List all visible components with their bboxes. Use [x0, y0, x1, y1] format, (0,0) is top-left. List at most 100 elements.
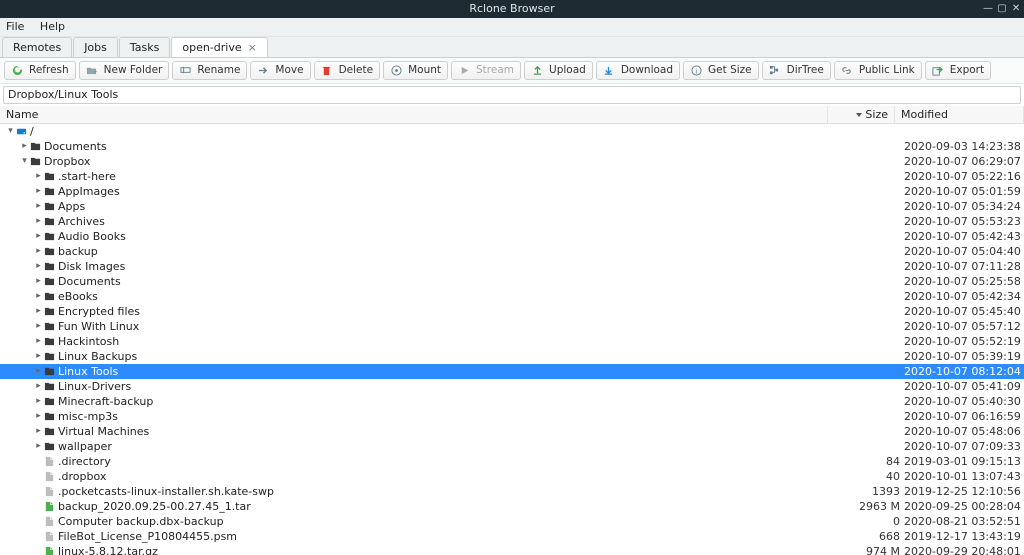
file-row[interactable]: linux-5.8.12.tar.gz974 M2020-09-29 20:48…: [0, 544, 1024, 555]
download-button[interactable]: Download: [596, 61, 680, 80]
item-name: Minecraft-backup: [58, 394, 846, 409]
button-label: New Folder: [104, 63, 163, 78]
newfolder-button[interactable]: New Folder: [79, 61, 170, 80]
button-label: Mount: [408, 63, 441, 78]
info-icon: [690, 65, 702, 77]
expander-icon[interactable]: ▸: [34, 259, 43, 274]
expander-icon[interactable]: ▾: [20, 154, 29, 169]
folder-row[interactable]: ▸Documents2020-09-03 14:23:38: [0, 139, 1024, 154]
file-row[interactable]: Computer backup.dbx-backup02020-08-21 03…: [0, 514, 1024, 529]
item-name: wallpaper: [58, 439, 846, 454]
file-row[interactable]: backup_2020.09.25-00.27.45_1.tar2963 M20…: [0, 499, 1024, 514]
close-icon[interactable]: ✕: [1012, 5, 1020, 13]
folder-row[interactable]: ▸Linux Tools2020-10-07 08:12:04: [0, 364, 1024, 379]
folder-row[interactable]: ▾Dropbox2020-10-07 06:29:07: [0, 154, 1024, 169]
tab-label: Remotes: [13, 41, 61, 54]
tab-remotes[interactable]: Remotes: [2, 37, 72, 57]
file-icon: [43, 486, 55, 498]
folder-row[interactable]: ▸Encrypted files2020-10-07 05:45:40: [0, 304, 1024, 319]
folder-row[interactable]: ▸Linux Backups2020-10-07 05:39:19: [0, 349, 1024, 364]
item-name: Linux Tools: [58, 364, 846, 379]
expander-icon[interactable]: ▸: [34, 169, 43, 184]
move-button[interactable]: Move: [250, 61, 310, 80]
file-row[interactable]: FileBot_License_P10804455.psm6682019-12-…: [0, 529, 1024, 544]
folder-row[interactable]: ▸Hackintosh2020-10-07 05:52:19: [0, 334, 1024, 349]
file-icon: [43, 516, 55, 528]
expander-icon[interactable]: ▸: [34, 244, 43, 259]
item-size: 974 M: [846, 544, 904, 555]
expander-icon[interactable]: ▸: [34, 304, 43, 319]
folder-row[interactable]: ▸Documents2020-10-07 05:25:58: [0, 274, 1024, 289]
col-name[interactable]: Name: [0, 106, 828, 123]
folder-row[interactable]: ▸wallpaper2020-10-07 07:09:33: [0, 439, 1024, 454]
export-button[interactable]: Export: [925, 61, 991, 80]
expander-icon[interactable]: ▸: [34, 199, 43, 214]
folder-icon: [29, 141, 41, 153]
folder-row[interactable]: ▸AppImages2020-10-07 05:01:59: [0, 184, 1024, 199]
folder-row[interactable]: ▸misc-mp3s2020-10-07 06:16:59: [0, 409, 1024, 424]
file-row[interactable]: .dropbox402020-10-01 13:07:43: [0, 469, 1024, 484]
rename-button[interactable]: Rename: [172, 61, 247, 80]
tab-close-icon[interactable]: ×: [248, 41, 257, 54]
folder-row[interactable]: ▸.start-here2020-10-07 05:22:16: [0, 169, 1024, 184]
tab-label: open-drive: [182, 41, 241, 54]
file-row[interactable]: .pocketcasts-linux-installer.sh.kate-swp…: [0, 484, 1024, 499]
menu-help[interactable]: Help: [40, 20, 65, 33]
folder-icon: [29, 156, 41, 168]
expander-icon[interactable]: ▸: [34, 394, 43, 409]
upload-button[interactable]: Upload: [524, 61, 593, 80]
expander-icon[interactable]: ▸: [20, 139, 29, 154]
expander-icon[interactable]: ▸: [34, 289, 43, 304]
mount-button[interactable]: Mount: [383, 61, 448, 80]
folder-row[interactable]: ▸Audio Books2020-10-07 05:42:43: [0, 229, 1024, 244]
expander-icon[interactable]: ▸: [34, 229, 43, 244]
expander-icon[interactable]: ▸: [34, 214, 43, 229]
folder-icon: [43, 201, 55, 213]
folder-row[interactable]: ▸backup2020-10-07 05:04:40: [0, 244, 1024, 259]
item-size: 84: [846, 454, 904, 469]
expander-icon[interactable]: ▸: [34, 349, 43, 364]
mount-icon: [390, 65, 402, 77]
getsize-button[interactable]: Get Size: [683, 61, 759, 80]
expander-icon[interactable]: ▸: [34, 409, 43, 424]
expander-icon[interactable]: ▸: [34, 379, 43, 394]
folder-row[interactable]: ▸eBooks2020-10-07 05:42:34: [0, 289, 1024, 304]
expander-icon[interactable]: ▸: [34, 424, 43, 439]
expander-icon[interactable]: ▸: [34, 319, 43, 334]
menu-file[interactable]: File: [6, 20, 24, 33]
folder-row[interactable]: ▸Apps2020-10-07 05:34:24: [0, 199, 1024, 214]
folder-icon: [43, 276, 55, 288]
folder-row[interactable]: ▸Minecraft-backup2020-10-07 05:40:30: [0, 394, 1024, 409]
minimize-icon[interactable]: —: [984, 5, 992, 13]
folder-row[interactable]: ▸Linux-Drivers2020-10-07 05:41:09: [0, 379, 1024, 394]
col-modified[interactable]: Modified: [895, 106, 1024, 123]
expander-icon[interactable]: ▸: [34, 364, 43, 379]
folder-row[interactable]: ▾/: [0, 124, 1024, 139]
delete-icon: [321, 65, 333, 77]
folder-row[interactable]: ▸Disk Images2020-10-07 07:11:28: [0, 259, 1024, 274]
item-modified: 2020-10-07 05:45:40: [904, 304, 1024, 319]
tab-jobs[interactable]: Jobs: [73, 37, 118, 57]
expander-icon[interactable]: ▸: [34, 439, 43, 454]
refresh-button[interactable]: Refresh: [4, 61, 76, 80]
maximize-icon[interactable]: ▢: [998, 5, 1006, 13]
expander-icon[interactable]: ▾: [6, 124, 15, 139]
file-row[interactable]: .directory842019-03-01 09:15:13: [0, 454, 1024, 469]
expander-icon[interactable]: ▸: [34, 274, 43, 289]
file-tree[interactable]: ▾/▸Documents2020-09-03 14:23:38▾Dropbox2…: [0, 124, 1024, 555]
item-name: Documents: [44, 139, 846, 154]
item-name: eBooks: [58, 289, 846, 304]
tab-tasks[interactable]: Tasks: [119, 37, 170, 57]
folder-row[interactable]: ▸Virtual Machines2020-10-07 05:48:06: [0, 424, 1024, 439]
publiclink-button[interactable]: Public Link: [834, 61, 922, 80]
expander-icon[interactable]: ▸: [34, 334, 43, 349]
tab-open-drive[interactable]: open-drive ×: [171, 37, 267, 57]
dirtree-button[interactable]: DirTree: [762, 61, 831, 80]
col-size[interactable]: Size: [828, 106, 895, 123]
folder-row[interactable]: ▸Archives2020-10-07 05:53:23: [0, 214, 1024, 229]
path-bar[interactable]: Dropbox/Linux Tools: [3, 86, 1021, 104]
delete-button[interactable]: Delete: [314, 61, 381, 80]
expander-icon[interactable]: ▸: [34, 184, 43, 199]
item-name: backup: [58, 244, 846, 259]
folder-row[interactable]: ▸Fun With Linux2020-10-07 05:57:12: [0, 319, 1024, 334]
